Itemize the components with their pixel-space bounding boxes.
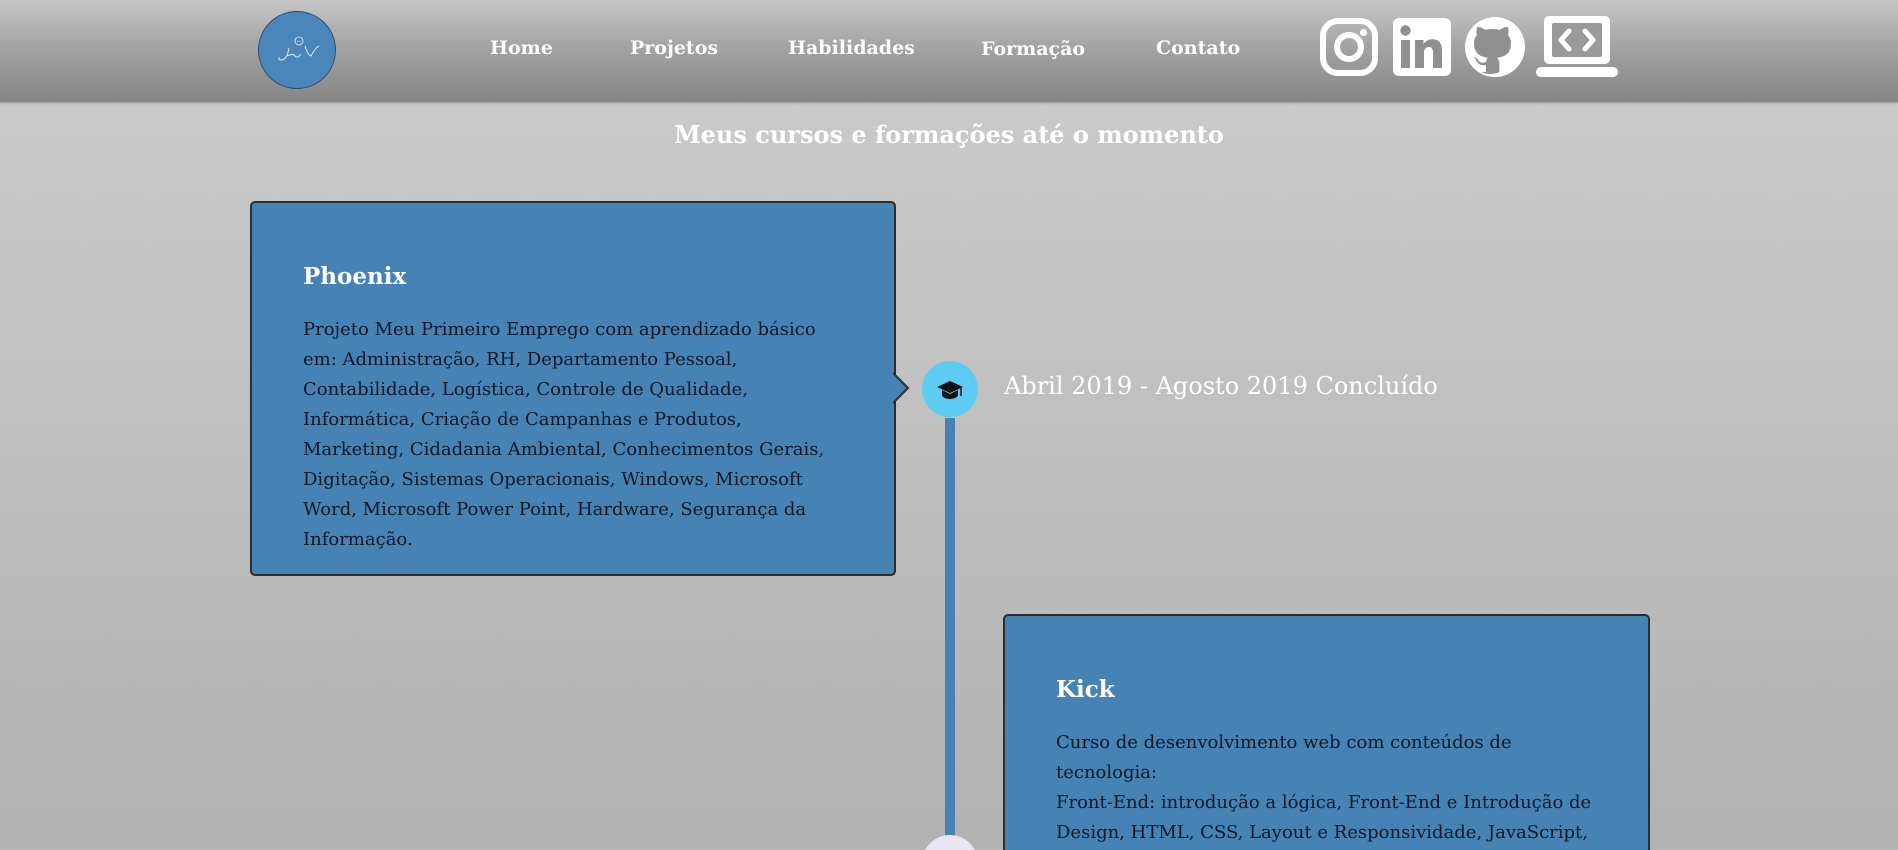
nav-formacao[interactable]: Formação (981, 38, 1085, 60)
card-title: Phoenix (303, 263, 407, 290)
portfolio-laptop-icon[interactable] (1536, 16, 1618, 84)
card-description: Curso de desenvolvimento web com conteúd… (1056, 728, 1601, 848)
logo-avatar[interactable] (258, 11, 336, 89)
nav-projetos[interactable]: Projetos (630, 37, 718, 59)
graduation-cap-icon (937, 381, 963, 399)
instagram-icon[interactable] (1320, 18, 1378, 80)
github-icon[interactable] (1464, 16, 1526, 82)
timeline-line (945, 418, 955, 850)
signature-logo-icon (278, 36, 320, 61)
linkedin-icon[interactable] (1393, 18, 1451, 80)
card-description: Projeto Meu Primeiro Emprego com aprendi… (303, 319, 825, 550)
card-title: Kick (1056, 676, 1115, 703)
card-pointer-arrow (893, 372, 910, 404)
timeline-card-kick: Kick Curso de desenvolvimento web com co… (1003, 614, 1650, 850)
timeline-dot-inactive[interactable] (922, 835, 978, 850)
nav-home[interactable]: Home (490, 37, 553, 59)
card-description-line: Curso de desenvolvimento web com conteúd… (1056, 732, 1512, 783)
page-title: Meus cursos e formações até o momento (674, 120, 1224, 149)
nav-contato[interactable]: Contato (1156, 37, 1240, 59)
timeline-date: Abril 2019 - Agosto 2019 Concluído (1004, 372, 1438, 400)
card-description-line: Front-End: introdução a lógica, Front-En… (1056, 792, 1592, 843)
site-header: Home Projetos Habilidades Formação Conta… (0, 0, 1898, 102)
timeline-card-phoenix: Phoenix Projeto Meu Primeiro Emprego com… (250, 201, 896, 576)
nav-habilidades[interactable]: Habilidades (788, 37, 915, 59)
timeline-dot-active[interactable] (922, 361, 978, 417)
